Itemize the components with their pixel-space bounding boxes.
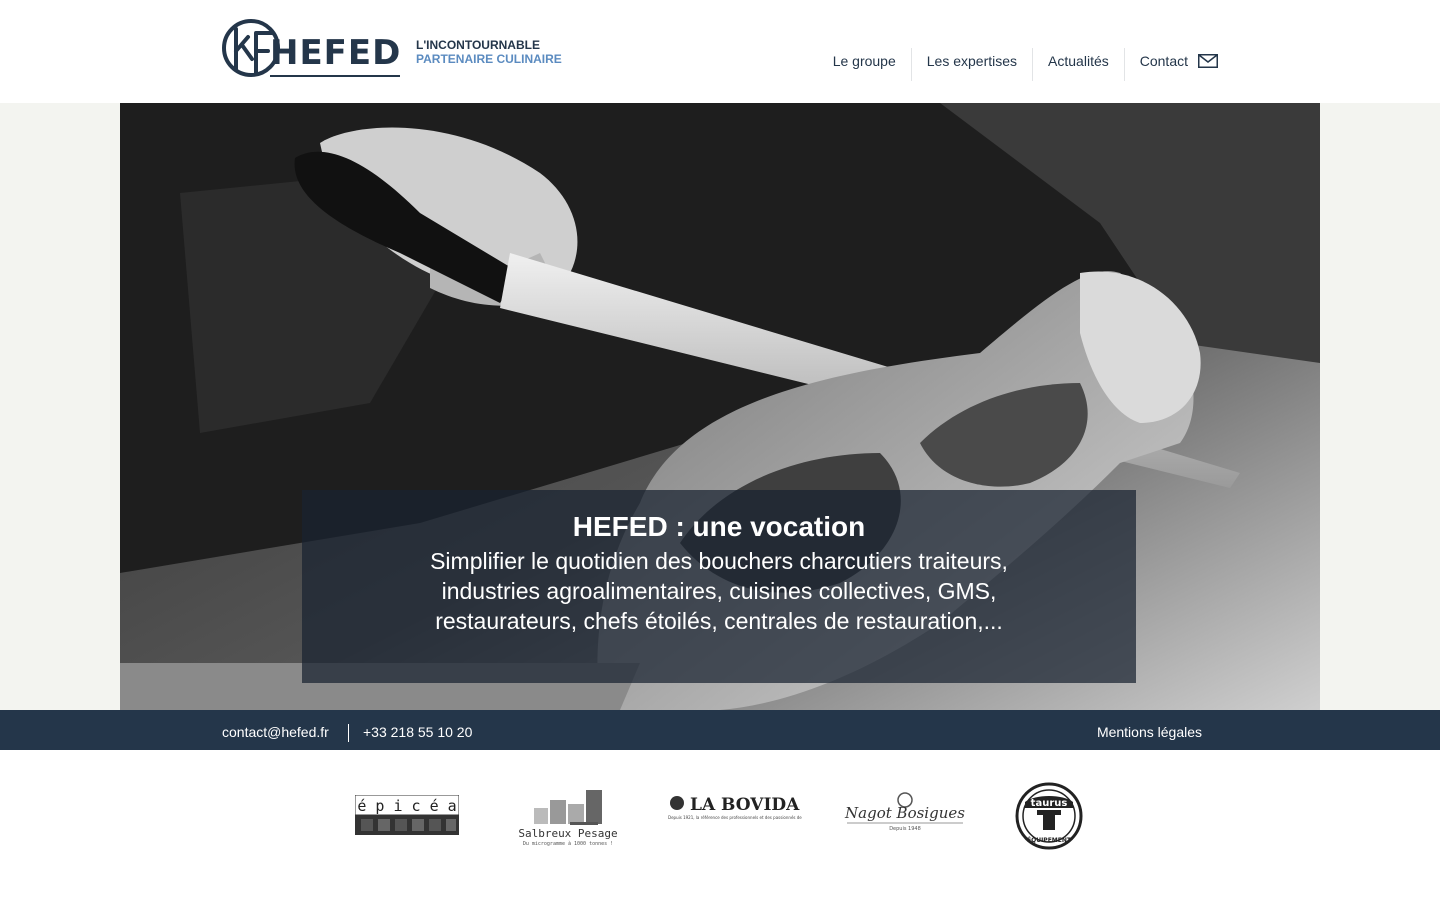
footer-email-link[interactable]: contact@hefed.fr xyxy=(222,724,329,740)
svg-text:taurus: taurus xyxy=(1031,798,1068,809)
svg-text:ÉQUIPEMENT: ÉQUIPEMENT xyxy=(1027,836,1072,844)
footer-phone[interactable]: +33 218 55 10 20 xyxy=(363,724,472,740)
partner-labovida-logo[interactable]: LA BOVIDA Depuis 1921, la référence des … xyxy=(668,794,818,822)
partner-taurus-logo[interactable]: taurus ÉQUIPEMENT xyxy=(1015,782,1083,850)
nagot-logo-icon: Nagot Bosigues Depuis 1948 xyxy=(844,792,965,832)
main-nav: Le groupe Les expertises Actualités Cont… xyxy=(818,48,1218,81)
hero-title: HEFED : une vocation xyxy=(572,511,866,542)
epicea-logo-icon: é p i c é a xyxy=(354,794,460,835)
tagline: L'INCONTOURNABLE PARTENAIRE CULINAIRE xyxy=(416,38,562,66)
tagline-line1: L'INCONTOURNABLE xyxy=(416,38,540,52)
hero-banner: HEFED : une vocation Simplifier le quoti… xyxy=(120,103,1320,710)
svg-text:Salbreux Pesage: Salbreux Pesage xyxy=(518,827,617,840)
partner-nagot-logo[interactable]: Nagot Bosigues Depuis 1948 xyxy=(843,790,967,832)
nav-label: Le groupe xyxy=(832,53,896,69)
hero-caption: HEFED : une vocation Simplifier le quoti… xyxy=(302,490,1136,683)
svg-text:LA BOVIDA: LA BOVIDA xyxy=(690,795,800,815)
tagline-line2: PARTENAIRE CULINAIRE xyxy=(416,52,562,66)
nav-actualites[interactable]: Actualités xyxy=(1032,48,1124,81)
nav-les-expertises[interactable]: Les expertises xyxy=(910,48,1032,81)
footer-separator xyxy=(348,724,349,742)
taurus-logo-icon: taurus ÉQUIPEMENT xyxy=(1015,782,1083,850)
svg-text:Depuis 1921, la référence des: Depuis 1921, la référence des profession… xyxy=(668,815,802,820)
site-header: HEFED L'INCONTOURNABLE PARTENAIRE CULINA… xyxy=(0,0,1440,103)
logo-wordmark: HEFED xyxy=(270,33,402,73)
nav-label: Actualités xyxy=(1048,53,1109,69)
hefed-logo[interactable]: HEFED L'INCONTOURNABLE PARTENAIRE CULINA… xyxy=(222,19,567,81)
nav-contact[interactable]: Contact xyxy=(1123,48,1218,81)
partner-salbreux-logo[interactable]: Salbreux Pesage Du microgramme à 1000 to… xyxy=(510,790,628,847)
nav-label: Contact xyxy=(1139,53,1188,69)
partner-epicea-logo[interactable]: é p i c é a xyxy=(354,794,460,835)
svg-text:Depuis 1948: Depuis 1948 xyxy=(889,826,921,832)
salbreux-logo-icon: Salbreux Pesage Du microgramme à 1000 to… xyxy=(518,790,618,847)
svg-text:é p i c é a: é p i c é a xyxy=(357,797,456,815)
partner-logos: é p i c é a Salbreux Pesage Du microgram… xyxy=(0,750,1440,900)
hero-text: Simplifier le quotidien des bouchers cha… xyxy=(430,548,1008,634)
mail-icon xyxy=(1198,54,1218,68)
nav-le-groupe[interactable]: Le groupe xyxy=(818,48,911,81)
labovida-logo-icon: LA BOVIDA Depuis 1921, la référence des … xyxy=(668,795,818,820)
footer-legal-link[interactable]: Mentions légales xyxy=(1097,724,1202,740)
svg-text:Nagot Bosigues: Nagot Bosigues xyxy=(844,804,965,822)
nav-label: Les expertises xyxy=(926,53,1018,69)
logo-underline xyxy=(270,75,400,77)
footer-bar: contact@hefed.fr +33 218 55 10 20 Mentio… xyxy=(0,710,1440,750)
svg-text:Du microgramme à 1000 tonnes !: Du microgramme à 1000 tonnes ! xyxy=(523,840,613,846)
